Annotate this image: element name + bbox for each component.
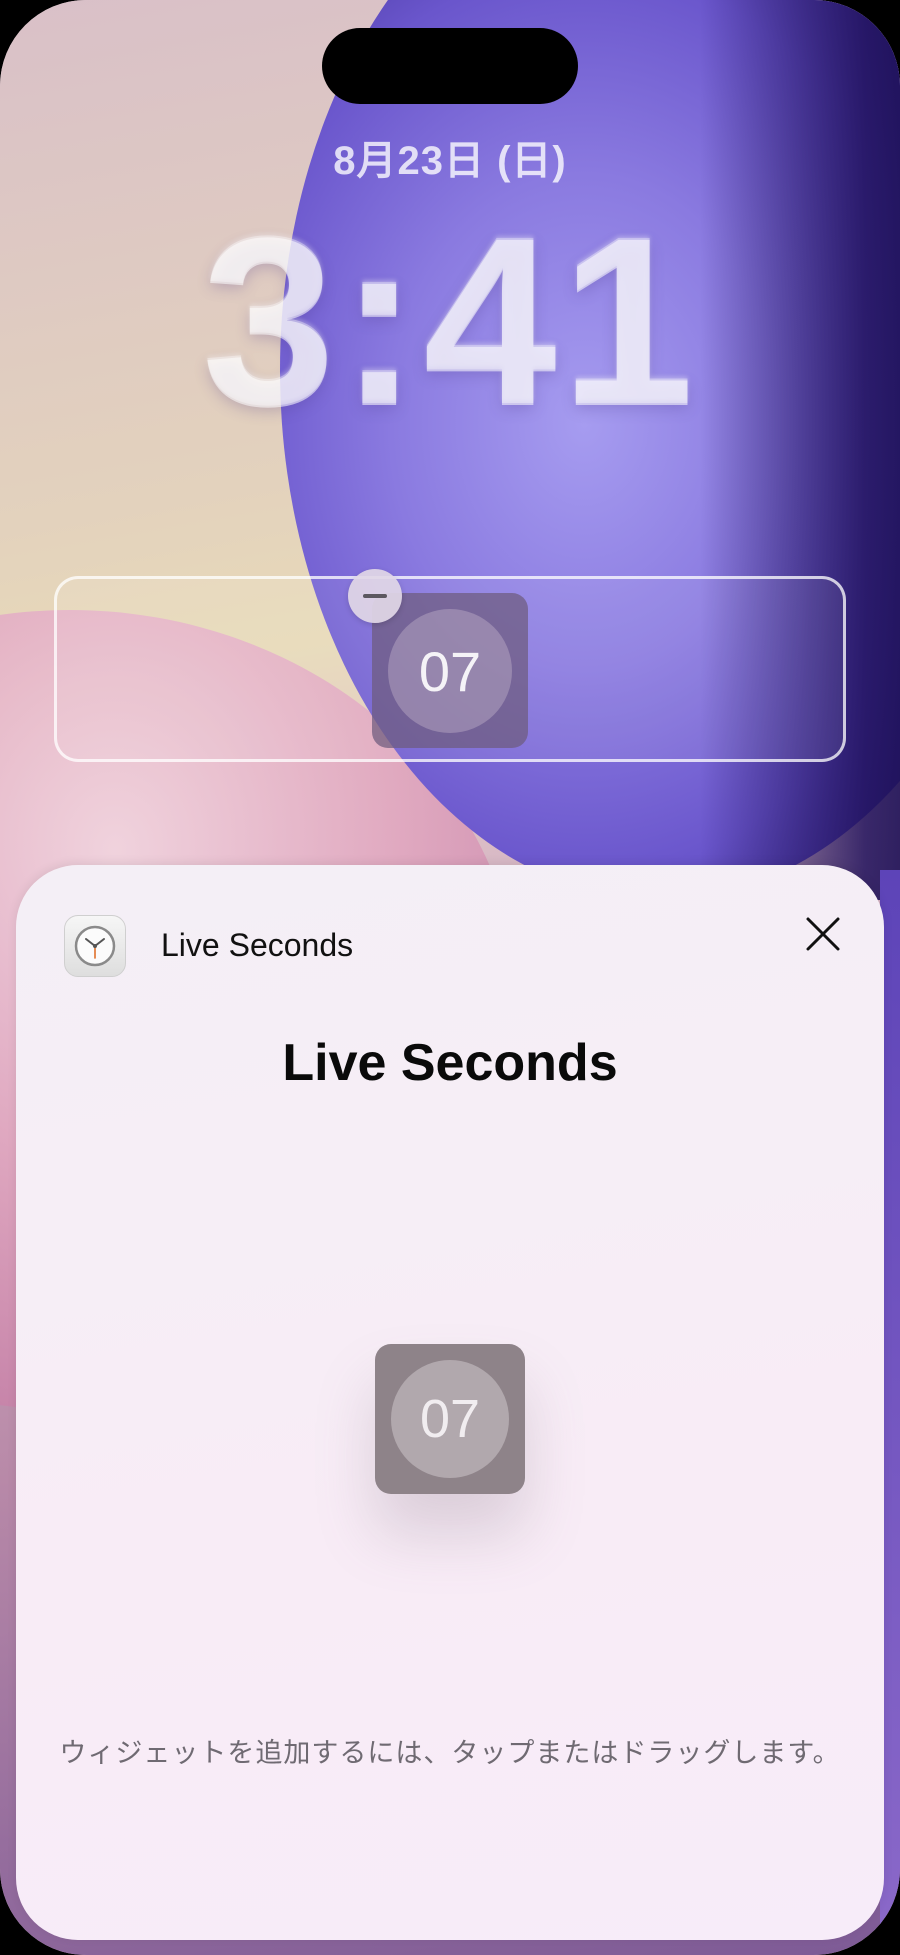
app-name: Live Seconds	[161, 927, 354, 963]
lock-time[interactable]: 3:41	[0, 200, 900, 440]
widget-preview[interactable]: 07	[375, 1344, 525, 1494]
widget-preview-value: 07	[391, 1360, 509, 1478]
close-button[interactable]	[798, 909, 848, 959]
lock-screen: 8月23日 (日) 3:41 07 Live Seconds Live Seco…	[0, 0, 900, 1955]
dynamic-island	[322, 28, 578, 104]
placed-widget-value: 07	[388, 609, 512, 733]
close-icon	[806, 917, 840, 951]
lock-date[interactable]: 8月23日 (日)	[0, 128, 900, 186]
widget-gallery-sheet: Live Seconds Live Seconds 07 ウィジェットを追加する…	[16, 865, 884, 1940]
remove-widget-button[interactable]	[348, 569, 402, 623]
clock-icon	[64, 915, 126, 977]
add-widget-hint: ウィジェットを追加するには、タップまたはドラッグします。	[59, 1738, 841, 1768]
sheet-title: Live Seconds	[282, 1034, 618, 1092]
placed-widget[interactable]: 07	[372, 593, 528, 748]
